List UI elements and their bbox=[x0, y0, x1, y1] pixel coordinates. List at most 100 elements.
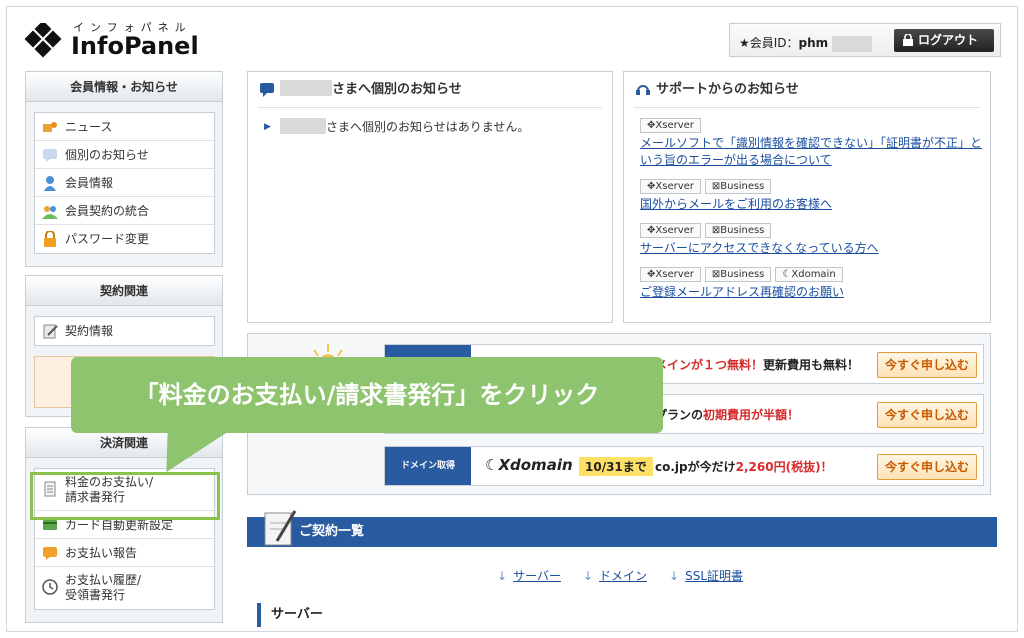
member-id-display: ★会員ID：phm bbox=[739, 34, 873, 52]
personal-notice-body: ▶ さまへ個別のお知らせはありません。 bbox=[248, 108, 612, 146]
tag-xserver: ✥Xserver bbox=[640, 118, 701, 133]
support-link[interactable]: メールソフトで「識別情報を確認できない」「証明書が不正」という旨のエラーが出る場… bbox=[640, 135, 990, 169]
instruction-callout: 「料金のお支払い/請求書発行」をクリック bbox=[71, 357, 663, 433]
member-id-label: ★会員ID： bbox=[739, 36, 799, 50]
tag-label: Xdomain bbox=[791, 269, 836, 280]
support-link[interactable]: 国外からメールをご利用のお客様へ bbox=[640, 196, 990, 213]
tag-business: ⊠Business bbox=[704, 179, 772, 194]
clock-icon bbox=[42, 579, 58, 595]
xdomain-logo: ☾Xdomain bbox=[485, 456, 573, 474]
infopanel-logo[interactable]: インフォパネル InfoPanel bbox=[23, 19, 213, 63]
promo-text-red: 初期費用が半額！ bbox=[703, 408, 800, 422]
header: インフォパネル InfoPanel ★会員ID：phm ログアウト bbox=[7, 7, 1017, 69]
tag-label: Xserver bbox=[655, 120, 694, 131]
arrow-down-icon: ↓ bbox=[497, 569, 508, 583]
sidebar-item-label: 受領書発行 bbox=[65, 588, 126, 602]
personal-notice-panel: さまへ個別のお知らせ ▶ さまへ個別のお知らせはありません。 bbox=[247, 71, 613, 323]
highlight-box bbox=[30, 472, 220, 520]
promo-text: メインが１つ無料！更新費用も無料！ bbox=[655, 356, 859, 373]
member-info-box: ★会員ID：phm ログアウト bbox=[729, 23, 1001, 57]
tag-xserver: ✥Xserver bbox=[640, 267, 701, 282]
sidebar-member-list: ニュース 個別のお知らせ 会員情報 会員契約の統合 パスワード変更 bbox=[34, 112, 215, 254]
support-link[interactable]: サーバーにアクセスできなくなっている方へ bbox=[640, 240, 990, 257]
anchor-label: サーバー bbox=[513, 569, 561, 583]
padlock-icon bbox=[44, 231, 56, 247]
sidebar-item-label: パスワード変更 bbox=[65, 232, 150, 246]
report-bubble-icon bbox=[43, 547, 57, 560]
tag-label: Xserver bbox=[655, 269, 694, 280]
masked-id bbox=[832, 35, 873, 52]
tag-business: ⊠Business bbox=[704, 223, 772, 238]
tag-xdomain: ☾Xdomain bbox=[775, 267, 843, 282]
tag-label: Business bbox=[720, 225, 765, 236]
sidebar-item-contract-info[interactable]: 契約情報 bbox=[35, 317, 214, 345]
sidebar-item-label: 契約情報 bbox=[65, 324, 114, 338]
logout-button[interactable]: ログアウト bbox=[894, 29, 994, 52]
date-badge: 10/31まで bbox=[579, 457, 653, 476]
tag-business: ⊠Business bbox=[704, 267, 772, 282]
sidebar-item-label: カード自動更新設定 bbox=[65, 518, 174, 532]
promo-text: co.jpが今だけ2,260円(税抜)！ bbox=[655, 458, 833, 475]
sidebar-contract-list: 契約情報 bbox=[34, 316, 215, 346]
tag-label: Xserver bbox=[655, 225, 694, 236]
personal-notice-title: さまへ個別のお知らせ bbox=[258, 72, 602, 108]
promo-text-normal: 更新費用も無料！ bbox=[763, 358, 860, 372]
sidebar-item-label: お支払い履歴/ bbox=[65, 573, 142, 587]
tag-group: ✥Xserver bbox=[640, 118, 990, 133]
sidebar-item-news[interactable]: ニュース bbox=[35, 113, 214, 141]
tag-label: Business bbox=[720, 181, 765, 192]
sidebar-item-payment-history[interactable]: お支払い履歴/ 受領書発行 bbox=[35, 567, 214, 609]
chat-icon bbox=[260, 83, 274, 97]
apply-now-button[interactable]: 今すぐ申し込む bbox=[877, 454, 977, 480]
sidebar-item-label: 個別のお知らせ bbox=[65, 148, 149, 162]
lock-icon bbox=[903, 34, 913, 46]
sidebar-item-personal-notice[interactable]: 個別のお知らせ bbox=[35, 141, 214, 169]
sidebar-section-title: 会員情報・お知らせ bbox=[26, 72, 222, 102]
personal-notice-message: ▶ さまへ個別のお知らせはありません。 bbox=[264, 118, 596, 136]
server-section-title: サーバー bbox=[257, 603, 323, 627]
promo-label: ドメイン取得 bbox=[385, 447, 471, 485]
tag-xserver: ✥Xserver bbox=[640, 223, 701, 238]
support-item: ✥Xserver メールソフトで「識別情報を確認できない」「証明書が不正」という… bbox=[640, 118, 990, 169]
document-pen-icon bbox=[43, 324, 58, 339]
arrow-down-icon: ↓ bbox=[582, 569, 594, 583]
tag-xserver: ✥Xserver bbox=[640, 179, 701, 194]
contract-anchor-links: ↓ サーバー ↓ ドメイン ↓ SSL証明書 bbox=[497, 567, 743, 584]
anchor-label: SSL証明書 bbox=[685, 569, 744, 583]
sidebar-item-label: お支払い報告 bbox=[65, 546, 138, 560]
promo-text-red: 2,260円(税抜)！ bbox=[735, 460, 833, 474]
tag-group: ✥Xserver ⊠Business bbox=[640, 223, 990, 238]
member-id-value: phm bbox=[798, 36, 829, 50]
triangle-right-icon: ▶ bbox=[264, 122, 271, 132]
support-notice-title-text: サポートからのお知らせ bbox=[656, 82, 799, 97]
anchor-server[interactable]: ↓ サーバー bbox=[497, 567, 561, 584]
masked-name bbox=[280, 118, 326, 134]
page-frame: インフォパネル InfoPanel ★会員ID：phm ログアウト 会員情報・お… bbox=[6, 6, 1018, 632]
headset-icon bbox=[636, 85, 650, 95]
promo-text-red: メインが１つ無料！ bbox=[655, 358, 764, 372]
news-icon bbox=[43, 122, 57, 132]
sidebar-item-label: 会員情報 bbox=[65, 176, 114, 190]
sidebar-item-password-change[interactable]: パスワード変更 bbox=[35, 225, 214, 253]
sidebar-item-member-info[interactable]: 会員情報 bbox=[35, 169, 214, 197]
apply-now-button[interactable]: 今すぐ申し込む bbox=[877, 402, 977, 428]
sidebar-section-title: 契約関連 bbox=[26, 276, 222, 306]
tag-group: ✥Xserver ⊠Business bbox=[640, 179, 990, 194]
support-notice-body: ✥Xserver メールソフトで「識別情報を確認できない」「証明書が不正」という… bbox=[624, 108, 990, 301]
anchor-domain[interactable]: ↓ ドメイン bbox=[583, 567, 647, 584]
support-link[interactable]: ご登録メールアドレス再確認のお願い bbox=[640, 284, 990, 301]
sidebar-item-merge-contracts[interactable]: 会員契約の統合 bbox=[35, 197, 214, 225]
masked-name bbox=[280, 80, 332, 96]
anchor-ssl[interactable]: ↓ SSL証明書 bbox=[669, 567, 743, 584]
promo-text-normal: co.jpが今だけ bbox=[655, 460, 736, 474]
sidebar-item-label: 会員契約の統合 bbox=[65, 204, 150, 218]
support-item: ✥Xserver ⊠Business サーバーにアクセスできなくなっている方へ bbox=[640, 223, 990, 257]
sidebar-member-section: 会員情報・お知らせ ニュース 個別のお知らせ 会員情報 会員契約の統合 パスワー… bbox=[25, 71, 223, 267]
support-notice-panel: サポートからのお知らせ ✥Xserver メールソフトで「識別情報を確認できない… bbox=[623, 71, 991, 323]
logo-name: InfoPanel bbox=[71, 32, 199, 60]
apply-now-button[interactable]: 今すぐ申し込む bbox=[877, 352, 977, 378]
sidebar-item-label: ニュース bbox=[65, 120, 113, 134]
support-item: ✥Xserver ⊠Business 国外からメールをご利用のお客様へ bbox=[640, 179, 990, 213]
sidebar-item-payment-report[interactable]: お支払い報告 bbox=[35, 539, 214, 567]
arrow-down-icon: ↓ bbox=[669, 569, 680, 583]
